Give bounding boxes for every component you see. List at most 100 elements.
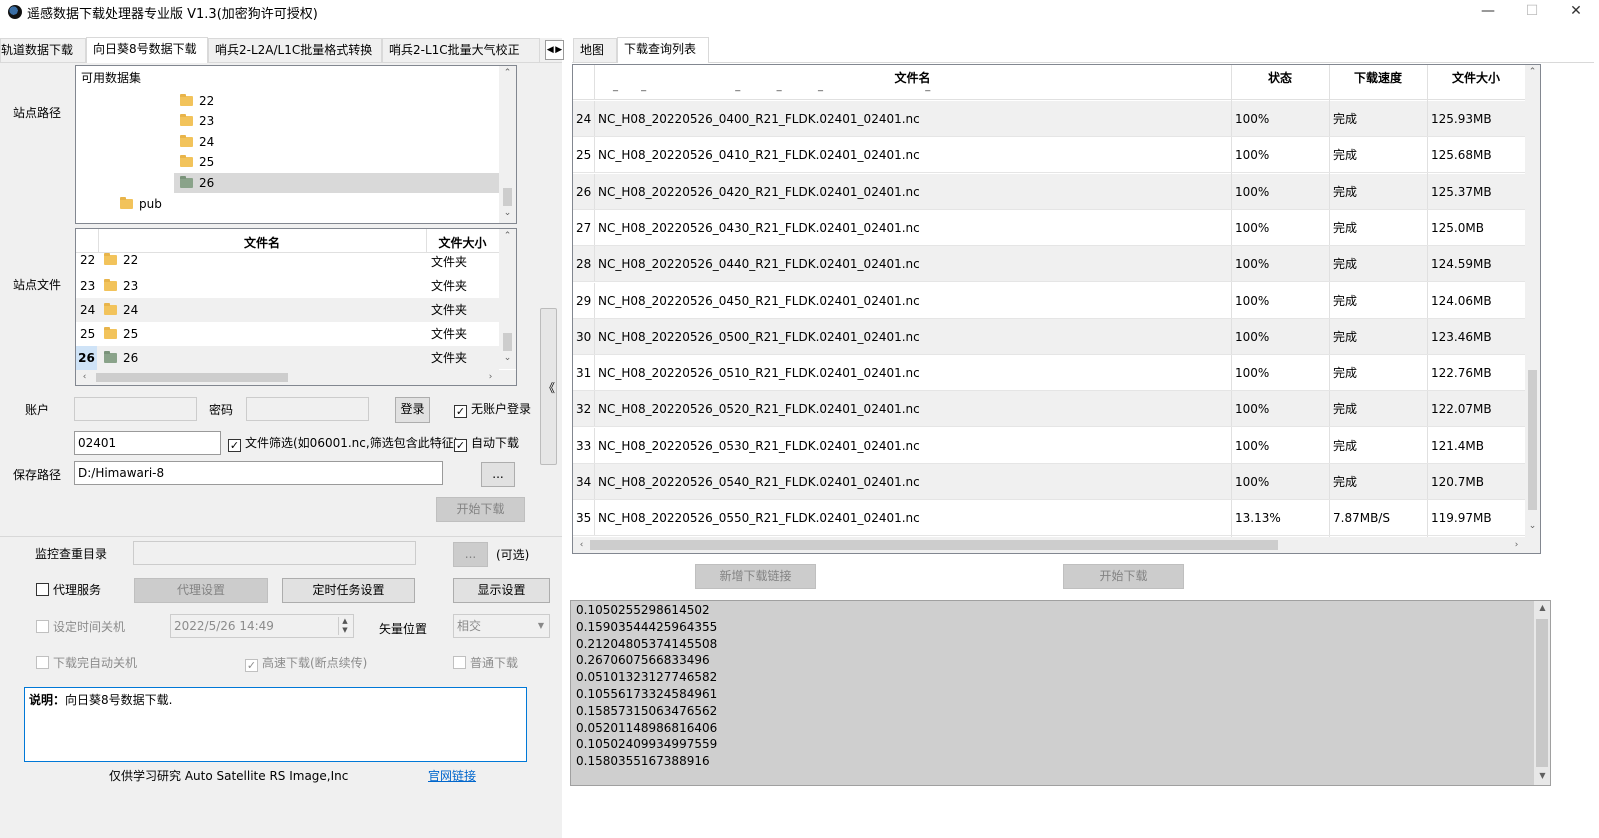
- proxy-service-checkbox[interactable]: 代理服务: [36, 583, 101, 597]
- scroll-down-icon[interactable]: ⌄: [1524, 521, 1540, 531]
- tab-scroll-buttons[interactable]: ◀ ▶: [545, 40, 564, 60]
- filter-input[interactable]: 02401: [74, 431, 221, 455]
- tree-item-pub[interactable]: pub: [120, 194, 162, 214]
- tab-scroll-right-icon[interactable]: ▶: [555, 41, 564, 59]
- start-download-right-button[interactable]: 开始下载: [1063, 564, 1184, 589]
- scroll-thumb[interactable]: [503, 188, 512, 206]
- size-cell: 124.59MB: [1431, 257, 1492, 272]
- browse-save-button[interactable]: ...: [481, 462, 515, 487]
- grid-row[interactable]: 26 NC_H08_20220526_0420_R21_FLDK.02401_02…: [573, 173, 1525, 210]
- grid-row[interactable]: 33 NC_H08_20220526_0530_R21_FLDK.02401_02…: [573, 427, 1525, 464]
- scroll-thumb[interactable]: [96, 373, 288, 382]
- file-name-cell: NC_H08_20220526_0530_R21_FLDK.02401_0240…: [598, 438, 920, 453]
- normal-download-checkbox[interactable]: 普通下载: [453, 656, 518, 670]
- website-link[interactable]: 官网链接: [428, 767, 476, 784]
- proxy-settings-button[interactable]: 代理设置: [134, 578, 268, 603]
- shutdown-datetime-picker[interactable]: 2022/5/26 14:49 ▲ ▼: [170, 614, 354, 638]
- tab-sentinel-format[interactable]: 哨兵2-L2A/L1C批量格式转换: [208, 38, 382, 62]
- download-list-grid[interactable]: 文件名 状态 下载速度 文件大小 _ _ _ _ _ _ 24 NC_H08_20…: [572, 64, 1541, 554]
- tab-scroll-left-icon[interactable]: ◀: [546, 41, 555, 59]
- col-header-status[interactable]: 状态: [1231, 69, 1329, 86]
- save-path-input[interactable]: D:/Himawari-8: [74, 461, 443, 485]
- scroll-thumb[interactable]: [1528, 370, 1537, 510]
- scroll-down-icon[interactable]: ⌄: [499, 208, 516, 218]
- scroll-down-icon[interactable]: ⌄: [499, 353, 516, 363]
- scroll-thumb[interactable]: [1536, 619, 1548, 767]
- station-files-table[interactable]: 文件名 文件大小 22 22 文件夹 23 23 文件夹 24 24 文件夹 2…: [75, 228, 517, 386]
- folder-icon: [104, 253, 117, 265]
- minimize-button[interactable]: —: [1466, 0, 1510, 24]
- grid-row[interactable]: 25 NC_H08_20220526_0410_R21_FLDK.02401_02…: [573, 137, 1525, 174]
- no-account-login-checkbox[interactable]: ✓ 无账户登录: [454, 402, 531, 418]
- login-button[interactable]: 登录: [395, 397, 430, 423]
- col-header-size[interactable]: 文件大小: [1427, 69, 1525, 86]
- spinner-icon[interactable]: ▲ ▼: [338, 617, 351, 635]
- timer-task-button[interactable]: 定时任务设置: [282, 578, 415, 603]
- table-row[interactable]: 23 23 文件夹: [76, 274, 499, 298]
- table-row-selected[interactable]: 26 26 文件夹: [76, 346, 499, 370]
- tree-item[interactable]: 24: [180, 132, 214, 152]
- grid-row[interactable]: 35 NC_H08_20220526_0550_R21_FLDK.02401_02…: [573, 500, 1525, 537]
- scroll-up-icon[interactable]: ⌃: [499, 231, 516, 241]
- scroll-down-icon[interactable]: ▼: [1534, 771, 1550, 780]
- grid-row[interactable]: 32 NC_H08_20220526_0520_R21_FLDK.02401_02…: [573, 391, 1525, 428]
- tab-download-list[interactable]: 下载查询列表: [617, 37, 709, 63]
- vector-position-select[interactable]: 相交 ▼: [453, 614, 550, 638]
- tab-himawari-download[interactable]: 向日葵8号数据下载: [86, 37, 208, 63]
- table-row[interactable]: 22 22 文件夹: [76, 253, 499, 269]
- grid-row[interactable]: 31 NC_H08_20220526_0510_R21_FLDK.02401_02…: [573, 355, 1525, 392]
- log-vscrollbar[interactable]: ▲ ▼: [1534, 601, 1550, 785]
- add-download-link-button[interactable]: 新增下载链接: [695, 564, 816, 589]
- grid-row[interactable]: 34 NC_H08_20220526_0540_R21_FLDK.02401_02…: [573, 464, 1525, 500]
- tree-item[interactable]: 25: [180, 152, 214, 172]
- display-settings-button[interactable]: 显示设置: [453, 578, 550, 603]
- auto-shutdown-checkbox[interactable]: 下载完自动关机: [36, 656, 137, 670]
- collapse-splitter[interactable]: 《: [540, 308, 557, 465]
- scheduled-shutdown-checkbox[interactable]: 设定时间关机: [36, 620, 125, 634]
- scroll-left-icon[interactable]: ‹: [573, 537, 590, 553]
- tree-item[interactable]: 22: [180, 91, 214, 111]
- files-hscrollbar[interactable]: ‹ ›: [76, 370, 516, 385]
- grid-hscrollbar[interactable]: ‹ ›: [573, 537, 1540, 553]
- password-input[interactable]: [246, 397, 369, 421]
- scroll-right-icon[interactable]: ›: [1508, 537, 1525, 553]
- scroll-thumb[interactable]: [503, 333, 512, 351]
- tree-item[interactable]: 23: [180, 111, 214, 131]
- scroll-up-icon[interactable]: ⌃: [1524, 67, 1540, 77]
- grid-row[interactable]: 28 NC_H08_20220526_0440_R21_FLDK.02401_02…: [573, 246, 1525, 283]
- scroll-left-icon[interactable]: ‹: [76, 370, 93, 385]
- files-vscrollbar[interactable]: ⌃ ⌄: [499, 229, 516, 369]
- tab-map[interactable]: 地图: [573, 38, 617, 62]
- description-box[interactable]: 说明：向日葵8号数据下载.: [24, 687, 527, 762]
- scroll-up-icon[interactable]: ▲: [1534, 603, 1550, 612]
- file-filter-checkbox[interactable]: ✓ 文件筛选(如06001.nc,筛选包含此特征): [228, 436, 458, 452]
- tree-root[interactable]: 可用数据集: [81, 68, 141, 88]
- col-header-size[interactable]: 文件大小: [426, 234, 499, 251]
- high-speed-download-checkbox[interactable]: ✓ 高速下载(断点续传): [245, 656, 367, 672]
- col-header-name[interactable]: 文件名: [98, 234, 426, 251]
- monitor-dir-input[interactable]: [133, 541, 416, 565]
- col-header-speed[interactable]: 下载速度: [1329, 69, 1427, 86]
- account-input[interactable]: [74, 397, 197, 421]
- browse-monitor-button[interactable]: ...: [453, 542, 488, 567]
- grid-row[interactable]: 29 NC_H08_20220526_0450_R21_FLDK.02401_02…: [573, 282, 1525, 319]
- grid-row[interactable]: 30 NC_H08_20220526_0500_R21_FLDK.02401_02…: [573, 318, 1525, 355]
- table-row[interactable]: 25 25 文件夹: [76, 322, 499, 346]
- scroll-right-icon[interactable]: ›: [482, 370, 499, 385]
- maximize-button[interactable]: ☐: [1510, 0, 1554, 24]
- grid-row[interactable]: 24 NC_H08_20220526_0400_R21_FLDK.02401_02…: [573, 101, 1525, 137]
- grid-row[interactable]: 27 NC_H08_20220526_0430_R21_FLDK.02401_02…: [573, 209, 1525, 246]
- station-path-tree[interactable]: 可用数据集 22 23 24 25 26 pub ⌃ ⌄: [75, 65, 517, 224]
- tab-sentinel-atmos[interactable]: 哨兵2-L1C批量大气校正: [382, 38, 540, 62]
- grid-vscrollbar[interactable]: ⌃ ⌄: [1525, 65, 1540, 537]
- tree-vscrollbar[interactable]: ⌃ ⌄: [499, 66, 516, 223]
- close-button[interactable]: ✕: [1554, 0, 1598, 24]
- start-download-left-button[interactable]: 开始下载: [436, 497, 525, 522]
- table-row[interactable]: 24 24 文件夹: [76, 298, 499, 322]
- scroll-up-icon[interactable]: ⌃: [499, 68, 516, 78]
- scroll-thumb[interactable]: [590, 540, 1278, 550]
- log-output[interactable]: 0.1050255298614502 0.15903544425964355 0.2…: [570, 600, 1551, 786]
- tab-orbit-download[interactable]: 轨道数据下载: [0, 38, 86, 62]
- tree-item-selected[interactable]: 26: [174, 173, 499, 193]
- auto-download-checkbox[interactable]: ✓ 自动下载: [454, 436, 519, 452]
